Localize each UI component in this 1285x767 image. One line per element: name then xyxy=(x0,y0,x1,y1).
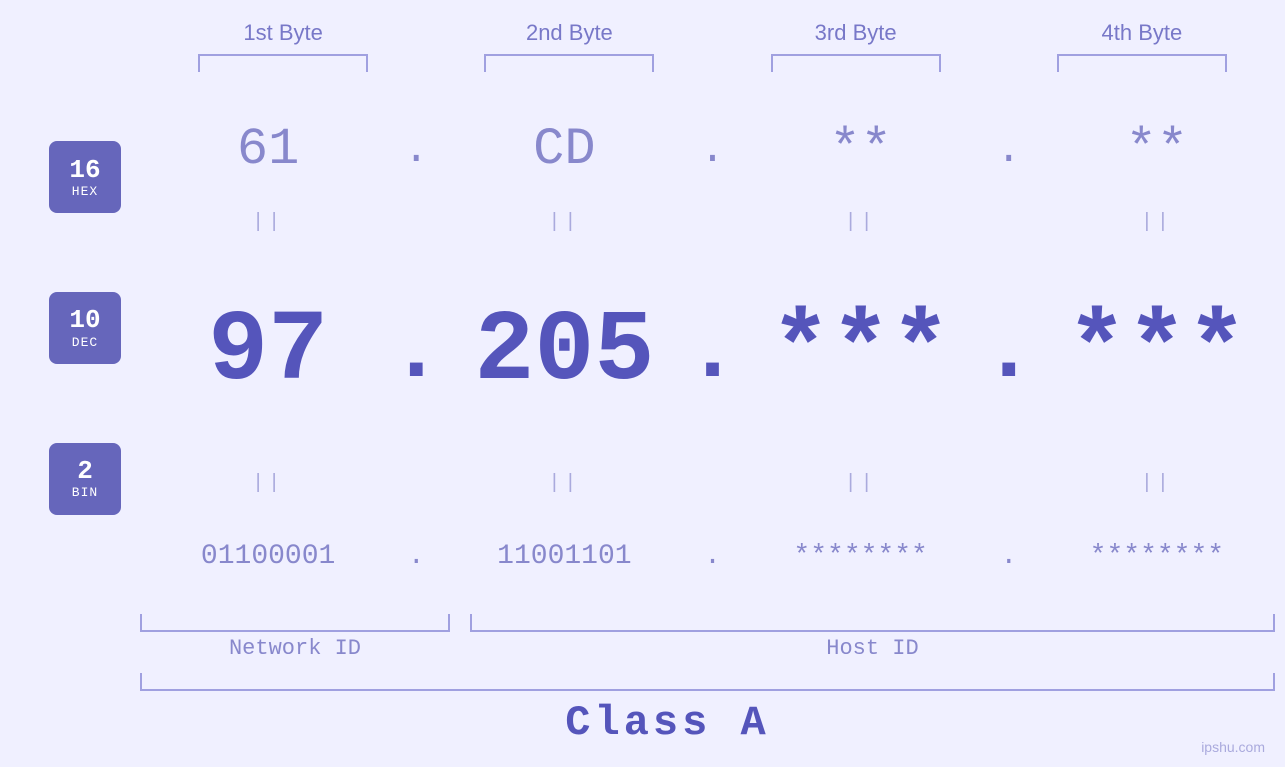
main-container: 1st Byte 2nd Byte 3rd Byte 4th Byte 16 H… xyxy=(0,0,1285,767)
hex-row: 61 . CD . ** . ** xyxy=(140,92,1285,208)
badges-column: 16 HEX 10 DEC 2 BIN xyxy=(30,92,140,614)
sep2-3: || xyxy=(845,472,877,495)
dec-dot1: . xyxy=(389,308,443,398)
byte1-label: 1st Byte xyxy=(140,20,426,54)
dec-val1: 97 xyxy=(208,303,328,403)
top-brackets xyxy=(140,54,1285,72)
bracket-byte4 xyxy=(1057,54,1227,72)
bracket-byte2 xyxy=(484,54,654,72)
sep-row-2: || || || || xyxy=(140,469,1285,499)
hex-dot2: . xyxy=(700,126,725,174)
byte2-label: 2nd Byte xyxy=(426,20,712,54)
sep1-3: || xyxy=(845,211,877,234)
dec-badge: 10 DEC xyxy=(49,292,121,364)
main-content: 16 HEX 10 DEC 2 BIN 61 . CD . ** . ** xyxy=(30,92,1285,614)
hex-dot3: . xyxy=(996,126,1021,174)
dec-val3: *** xyxy=(771,303,951,403)
dec-val4: *** xyxy=(1067,303,1247,403)
dec-dot3: . xyxy=(982,308,1036,398)
bin-val3: ******** xyxy=(793,541,927,572)
bin-val2: 11001101 xyxy=(497,541,631,572)
bottom-labels: Network ID Host ID xyxy=(140,636,1275,661)
bin-row: 01100001 . 11001101 . ******** . *******… xyxy=(140,499,1285,615)
bin-dot1: . xyxy=(408,541,425,572)
class-bracket-container xyxy=(140,673,1275,691)
sep1-2: || xyxy=(548,211,580,234)
network-id-label: Network ID xyxy=(140,636,450,661)
sep2-2: || xyxy=(548,472,580,495)
sep2-1: || xyxy=(252,472,284,495)
bin-val1: 01100001 xyxy=(201,541,335,572)
bracket-byte1 xyxy=(198,54,368,72)
bin-val4: ******** xyxy=(1090,541,1224,572)
sep1-1: || xyxy=(252,211,284,234)
host-id-label: Host ID xyxy=(470,636,1275,661)
class-label-row: Class A xyxy=(0,691,1285,767)
dec-row: 97 . 205 . *** . *** xyxy=(140,238,1285,469)
bin-dot3: . xyxy=(1000,541,1017,572)
hex-val3: ** xyxy=(829,120,891,179)
class-bracket xyxy=(140,673,1275,691)
sep2-4: || xyxy=(1141,472,1173,495)
class-label: Class A xyxy=(565,699,769,747)
hex-badge: 16 HEX xyxy=(49,141,121,213)
network-bracket xyxy=(140,614,450,632)
header-row: 1st Byte 2nd Byte 3rd Byte 4th Byte xyxy=(140,20,1285,54)
watermark: ipshu.com xyxy=(1201,739,1265,755)
byte4-label: 4th Byte xyxy=(999,20,1285,54)
dec-dot2: . xyxy=(686,308,740,398)
bottom-brackets-container: Network ID Host ID xyxy=(140,614,1275,661)
bottom-brackets xyxy=(140,614,1275,632)
hex-dot1: . xyxy=(404,126,429,174)
byte3-label: 3rd Byte xyxy=(713,20,999,54)
sep-row-1: || || || || xyxy=(140,208,1285,238)
hex-val1: 61 xyxy=(237,120,299,179)
values-area: 61 . CD . ** . ** || || || || 97 xyxy=(140,92,1285,614)
bin-badge: 2 BIN xyxy=(49,443,121,515)
dec-val2: 205 xyxy=(474,303,654,403)
host-bracket xyxy=(470,614,1275,632)
hex-val2: CD xyxy=(533,120,595,179)
bin-dot2: . xyxy=(704,541,721,572)
hex-val4: ** xyxy=(1126,120,1188,179)
bracket-byte3 xyxy=(771,54,941,72)
sep1-4: || xyxy=(1141,211,1173,234)
